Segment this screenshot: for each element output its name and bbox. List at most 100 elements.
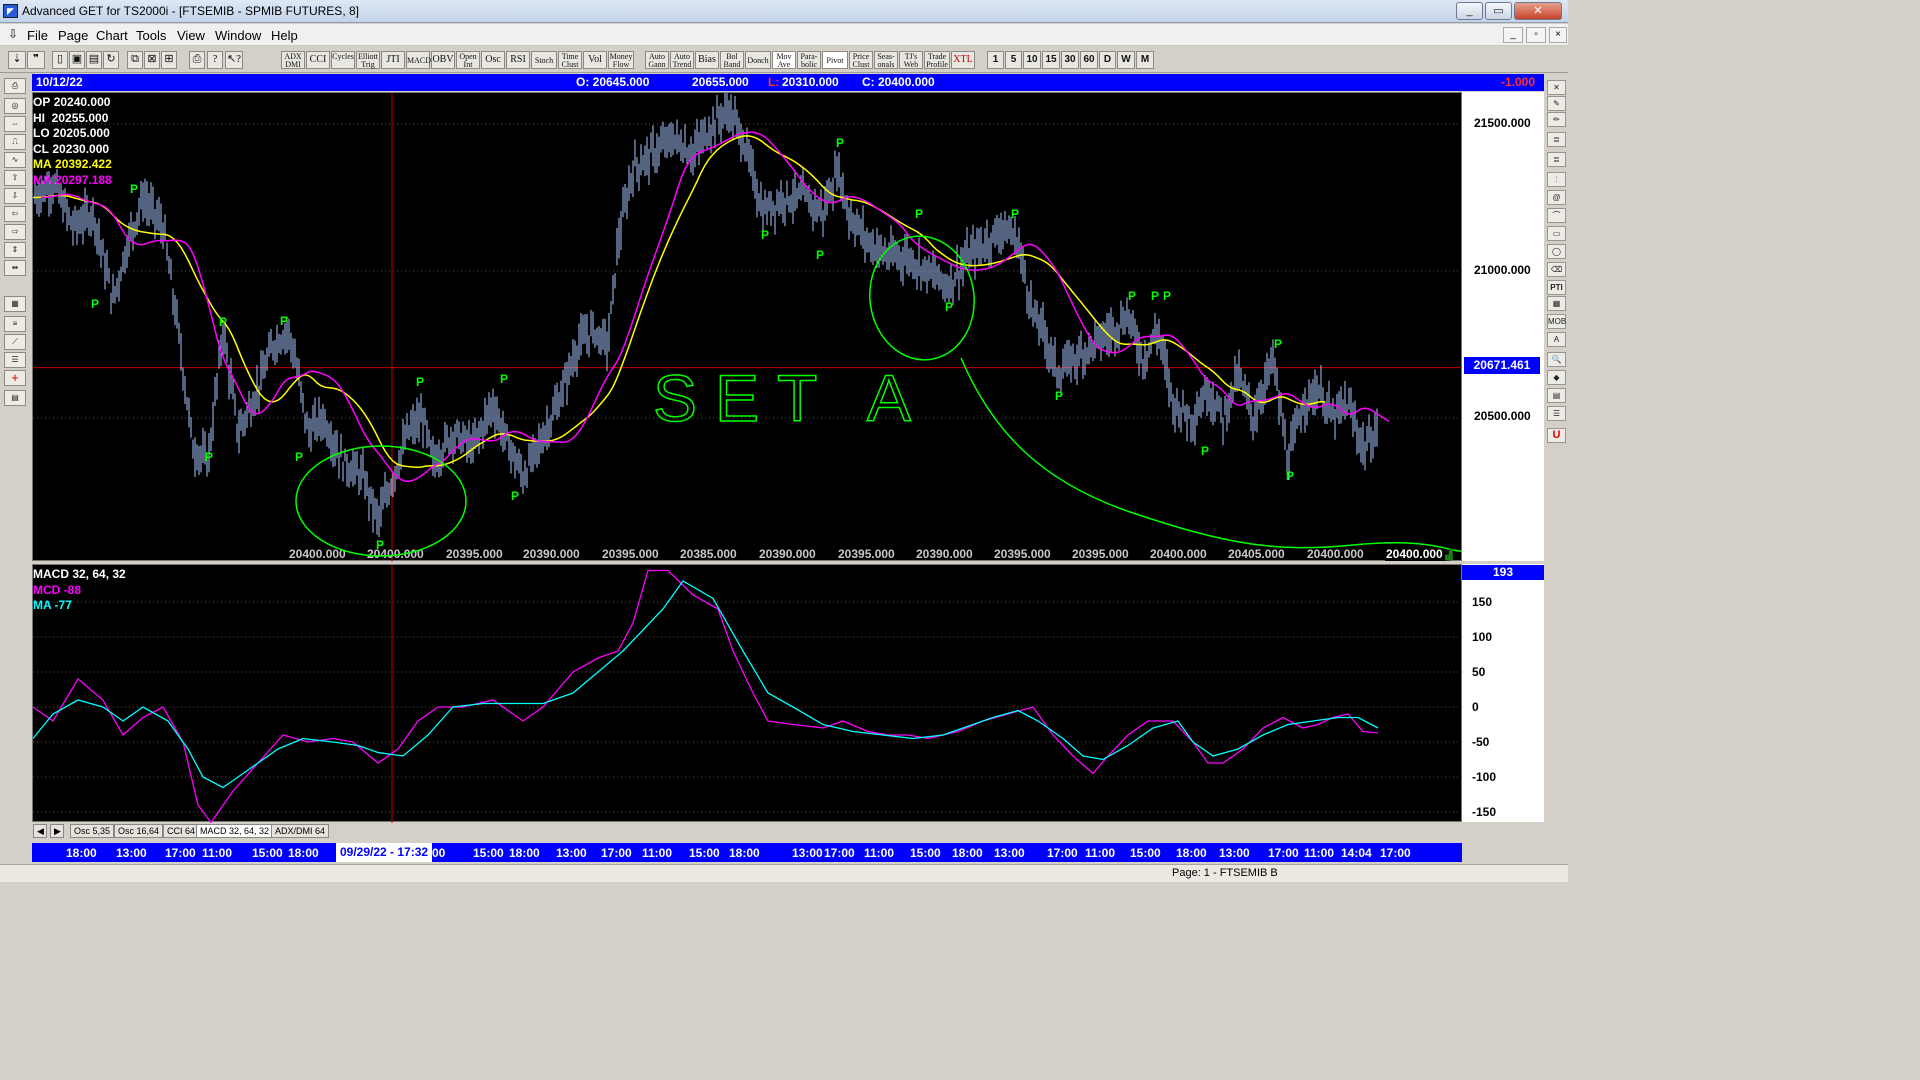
price-chart-pane[interactable]: P P P P P P P P P P P P P P P P P P P P P P P 20400.000 20400.00…	[32, 84, 1463, 562]
mdi-restore-button[interactable]: ▫	[1526, 27, 1546, 43]
tile-icon[interactable]: ⊞	[161, 51, 177, 69]
spiral-icon[interactable]: @	[1547, 190, 1566, 205]
fib-tool-icon[interactable]: ☰	[4, 352, 26, 368]
scale-icon[interactable]: ⇹	[4, 260, 26, 276]
grid-draw-icon[interactable]: ▦	[1547, 296, 1566, 311]
tool-time-clust[interactable]: Time Clust	[558, 51, 582, 69]
tool-elliott-trig[interactable]: Elliott Trig	[356, 51, 380, 69]
tool-xtl[interactable]: XTL	[951, 51, 975, 69]
price-chart[interactable]: PPPPPPPP PPPPPPPPPP P PPPP20400.000 20400.00…	[32, 84, 1463, 562]
tab-macd[interactable]: MACD 32, 64, 32	[196, 824, 274, 838]
tool-donch[interactable]: Donch	[745, 51, 771, 69]
tf-weekly[interactable]: W	[1117, 51, 1135, 69]
tool-osc[interactable]: Osc	[481, 51, 505, 69]
menu-window[interactable]: Window	[215, 28, 261, 43]
info-icon[interactable]: ?	[207, 51, 223, 69]
up-arrow-icon[interactable]: ⇧	[4, 170, 26, 186]
elliott-tool-icon[interactable]: ∿	[4, 152, 26, 168]
close-drawing-icon[interactable]: ✕	[1547, 80, 1566, 95]
tab-cci-64[interactable]: CCI 64	[163, 824, 200, 838]
tf-60[interactable]: 60	[1080, 51, 1098, 69]
tool-cci[interactable]: CCI	[306, 51, 330, 69]
calculator-icon[interactable]: ▤	[1547, 388, 1566, 403]
print-icon[interactable]: ⎙	[189, 51, 205, 69]
lines-tool-icon[interactable]: ≡	[4, 316, 26, 332]
tool-bias[interactable]: Bias	[695, 51, 719, 69]
cursor-icon[interactable]: ⇣	[8, 51, 26, 69]
tool-obv[interactable]: OBV	[431, 51, 455, 69]
save-icon[interactable]: ▤	[86, 51, 102, 69]
new-icon[interactable]: ▯	[52, 51, 68, 69]
pti-icon[interactable]: PTI	[1547, 280, 1566, 295]
menu-chart[interactable]: Chart	[96, 28, 128, 43]
tool-vol[interactable]: Vol	[583, 51, 607, 69]
tool-open-int[interactable]: Open Int	[456, 51, 480, 69]
undo-icon[interactable]: U	[1547, 428, 1566, 443]
macd-chart[interactable]	[32, 565, 1463, 824]
tool-tjs-web[interactable]: TJ's Web	[899, 51, 923, 69]
menu-help[interactable]: Help	[271, 28, 298, 43]
tf-5[interactable]: 5	[1005, 51, 1022, 69]
tab-scroll-right-icon[interactable]: ▶	[50, 824, 64, 838]
tf-monthly[interactable]: M	[1136, 51, 1154, 69]
tf-10[interactable]: 10	[1023, 51, 1041, 69]
menu-tools[interactable]: Tools	[136, 28, 166, 43]
ellipse-icon[interactable]: ◯	[1547, 244, 1566, 259]
tool-pivot[interactable]: Pivot	[822, 51, 848, 69]
right-arrow-icon[interactable]: ⇨	[4, 224, 26, 240]
box-icon[interactable]: ▭	[1547, 226, 1566, 241]
tab-osc-5-35[interactable]: Osc 5,35	[70, 824, 115, 838]
erase-icon[interactable]: ⌫	[1547, 262, 1566, 277]
document-icon[interactable]: ⇩	[8, 27, 18, 41]
tool-trade-profile[interactable]: Trade Profile	[924, 51, 950, 69]
tool-stoch[interactable]: Stoch	[531, 51, 557, 69]
mdi-close-button[interactable]: ×	[1549, 27, 1567, 43]
save-layout-icon[interactable]: ▤	[4, 390, 26, 406]
zoom-bars-icon[interactable]: ⇕	[4, 242, 26, 258]
tool-cycles[interactable]: Cycles	[331, 51, 355, 69]
mob-icon[interactable]: MOB	[1547, 314, 1566, 329]
quote-icon[interactable]: ❞	[27, 51, 45, 69]
mdi-minimize-button[interactable]: _	[1503, 27, 1523, 43]
fib-retracement-icon[interactable]: ≣	[1547, 132, 1566, 147]
left-arrow-icon[interactable]: ⇦	[4, 206, 26, 222]
alert-icon[interactable]: ◆	[1547, 370, 1566, 385]
menu-view[interactable]: View	[177, 28, 205, 43]
tool-macd[interactable]: MACD	[406, 51, 431, 69]
fib-time-icon[interactable]: ⫶	[1547, 172, 1566, 187]
tool-jti[interactable]: JTI	[381, 51, 405, 69]
tab-adx-dmi[interactable]: ADX/DMI 64	[271, 824, 330, 838]
maximize-button[interactable]: ▭	[1485, 2, 1512, 20]
macd-pane[interactable]: MACD 32, 64, 32 MCD -88 MA -77	[32, 564, 1463, 824]
text-tool-icon[interactable]: A	[1547, 332, 1566, 347]
macd-axis[interactable]: 193 150 100 50 0 -50 -100 -150	[1462, 564, 1544, 822]
reset-tool-icon[interactable]: ⇔	[4, 116, 26, 132]
zoom-icon[interactable]: 🔍	[1547, 352, 1566, 367]
refresh-icon[interactable]: ↻	[103, 51, 119, 69]
tf-30[interactable]: 30	[1061, 51, 1079, 69]
tool-seasonals[interactable]: Seas-onals	[874, 51, 898, 69]
price-axis[interactable]: 21500.000 21000.000 20500.000 20671.461	[1462, 92, 1544, 561]
tool-price-clust[interactable]: Price Clust	[849, 51, 873, 69]
copy-icon[interactable]: ⧉	[127, 51, 143, 69]
tf-15[interactable]: 15	[1042, 51, 1060, 69]
menu-page[interactable]: Page	[58, 28, 88, 43]
tab-scroll-left-icon[interactable]: ◀	[33, 824, 47, 838]
grid-icon[interactable]: ▦	[4, 296, 26, 312]
tool-auto-trend[interactable]: Auto Trend	[670, 51, 694, 69]
tool-bol-band[interactable]: Bol Band	[720, 51, 744, 69]
tool-parabolic[interactable]: Para-bolic	[797, 51, 821, 69]
pen-icon[interactable]: ✎	[1547, 96, 1566, 111]
arc-icon[interactable]: ⌒	[1547, 208, 1566, 223]
tool-money-flow[interactable]: Money Flow	[608, 51, 634, 69]
list-icon[interactable]: ☰	[1547, 406, 1566, 421]
study-tool-icon[interactable]: ⎍	[4, 134, 26, 150]
crosshair-icon[interactable]: +	[4, 370, 26, 386]
tool-auto-gann[interactable]: Auto Gann	[645, 51, 669, 69]
gann-tool-icon[interactable]: ⟋	[4, 334, 26, 350]
close-button[interactable]: ✕	[1514, 2, 1562, 20]
shapes-tool-icon[interactable]: ◎	[4, 98, 26, 114]
tf-1[interactable]: 1	[987, 51, 1004, 69]
time-axis[interactable]: 09/29/22 - 17:32 18:00 13:00 17:00 11:00 15:…	[32, 843, 1462, 862]
delete-icon[interactable]: ⊠	[144, 51, 160, 69]
